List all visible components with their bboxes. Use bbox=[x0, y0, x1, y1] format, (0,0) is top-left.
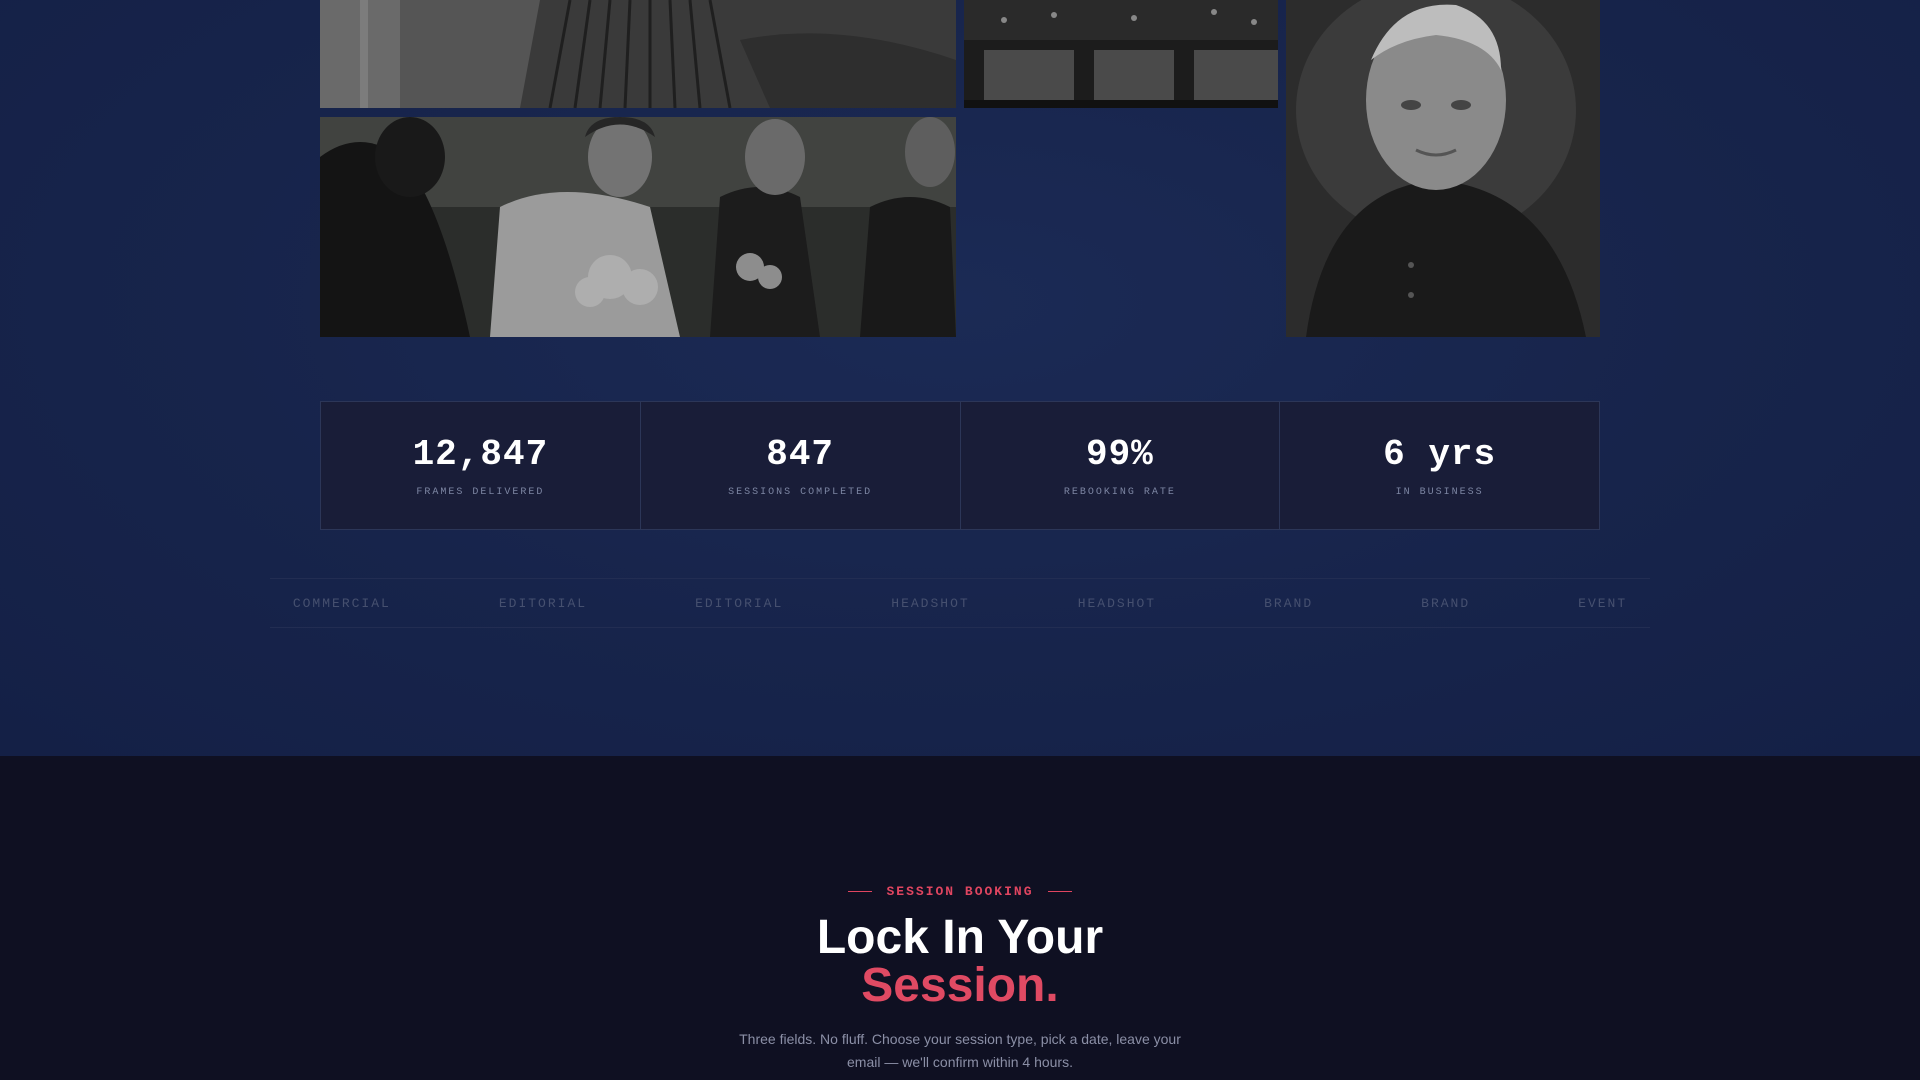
stat-rebooking-rate: 99% REBOOKING RATE bbox=[961, 402, 1281, 529]
ticker-item: BRAND bbox=[1264, 595, 1314, 611]
bridal-party-photo[interactable] bbox=[320, 117, 956, 337]
stat-label: SESSIONS COMPLETED bbox=[728, 486, 873, 498]
stat-value: 6 yrs bbox=[1383, 433, 1497, 475]
headline-line-1: Lock In Your bbox=[816, 911, 1104, 964]
stat-value: 847 bbox=[766, 433, 835, 475]
stats-bar: 12,847 FRAMES DELIVERED 847 SESSIONS COM… bbox=[320, 401, 1600, 530]
eyebrow-line-left bbox=[848, 891, 873, 892]
ticker-item: EDITORIAL bbox=[695, 595, 784, 611]
stat-label: FRAMES DELIVERED bbox=[416, 486, 545, 498]
services-ticker: COMMERCIAL EDITORIAL EDITORIAL HEADSHOT … bbox=[270, 578, 1650, 628]
ticker-item: HEADSHOT bbox=[1077, 595, 1157, 611]
stat-in-business: 6 yrs IN BUSINESS bbox=[1280, 402, 1599, 529]
elderly-man-portrait[interactable] bbox=[1286, 0, 1600, 337]
stat-sessions-completed: 847 SESSIONS COMPLETED bbox=[641, 402, 961, 529]
restaurant-interior-photo[interactable] bbox=[964, 0, 1278, 108]
stat-label: IN BUSINESS bbox=[1395, 486, 1484, 498]
section-eyebrow: SESSION BOOKING bbox=[0, 884, 1920, 899]
stat-value: 99% bbox=[1085, 433, 1154, 475]
ticker-item: HEADSHOT bbox=[891, 595, 970, 611]
ticker-item: EDITORIAL bbox=[498, 595, 588, 611]
eyebrow-line-right bbox=[1047, 891, 1072, 892]
ticker-item: BRAND bbox=[1421, 595, 1471, 611]
stat-value: 12,847 bbox=[412, 433, 549, 475]
stat-frames-delivered: 12,847 FRAMES DELIVERED bbox=[321, 402, 641, 529]
portfolio-section: 12,847 FRAMES DELIVERED 847 SESSIONS COM… bbox=[0, 0, 1920, 756]
stat-label: REBOOKING RATE bbox=[1063, 486, 1176, 498]
ticker-item: COMMERCIAL bbox=[292, 595, 391, 611]
fabric-dress-photo[interactable] bbox=[320, 0, 956, 108]
session-booking-section: SESSION BOOKING Lock In Your Session. Th… bbox=[0, 756, 1920, 1080]
booking-subtext: Three fields. No fluff. Choose your sess… bbox=[739, 1031, 1181, 1070]
ticker-item: EVENT bbox=[1578, 595, 1628, 611]
booking-headline: Lock In Your Session. bbox=[0, 914, 1920, 1010]
photo-gallery bbox=[320, 0, 1600, 337]
headline-line-2: Session. bbox=[861, 959, 1059, 1012]
eyebrow-label: SESSION BOOKING bbox=[886, 884, 1034, 899]
